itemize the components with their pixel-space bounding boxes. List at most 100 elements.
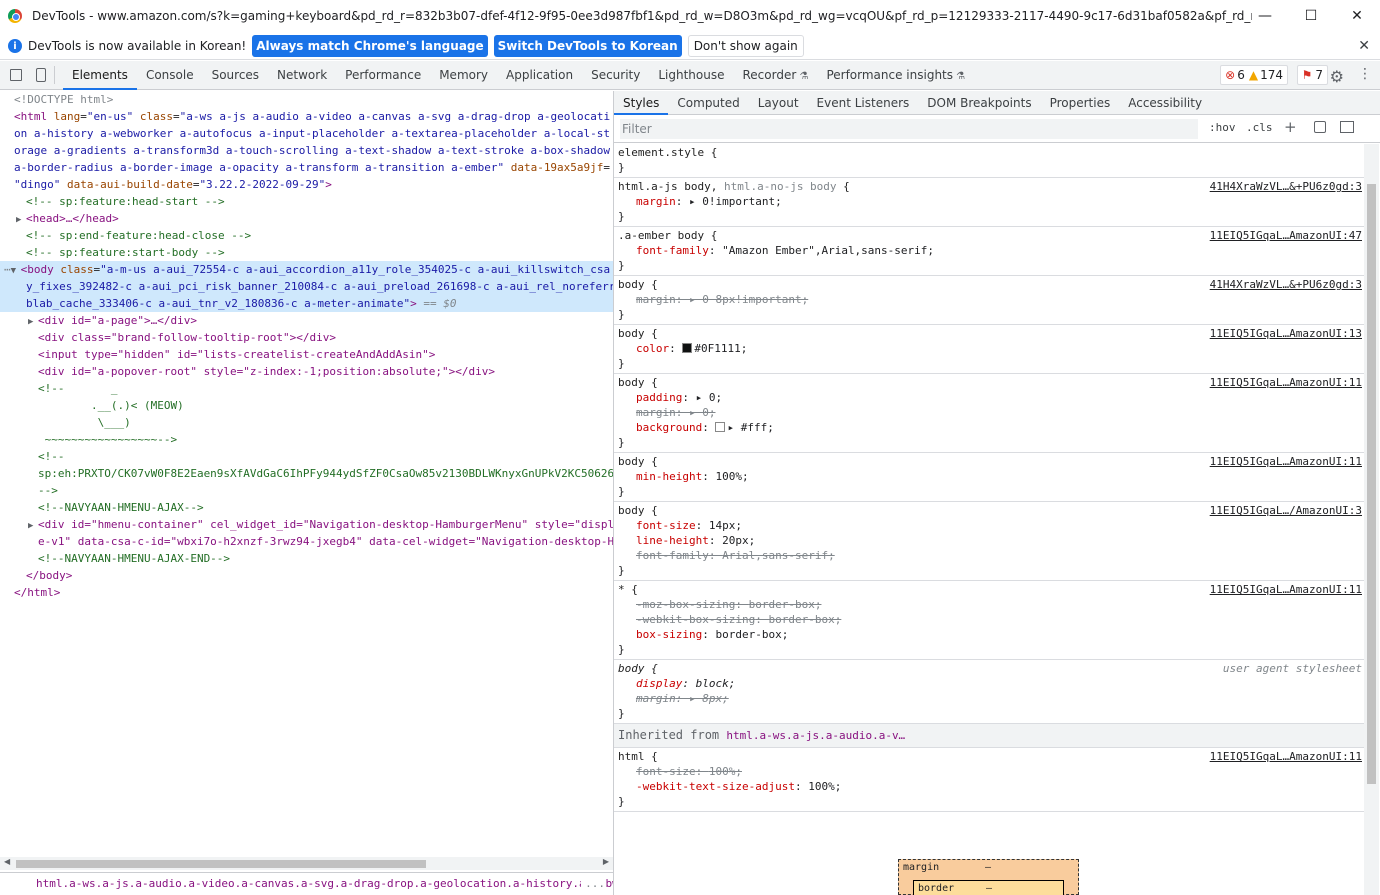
property-name[interactable]: font-size: [636, 765, 696, 778]
property-name[interactable]: margin: [636, 195, 676, 208]
style-rule[interactable]: body {11EIQ5IGqaL…AmazonUI:13 color: #0F1…: [614, 325, 1364, 374]
property-name[interactable]: -webkit-text-size-adjust: [636, 780, 795, 793]
dom-line-html-cont[interactable]: "dingo" data-aui-build-date="3.22.2-2022…: [0, 176, 613, 193]
new-rule-icon[interactable]: +: [1284, 118, 1297, 136]
sidebar-tab-layout[interactable]: Layout: [749, 91, 808, 115]
inherited-element-link[interactable]: html.a-ws.a-js.a-audio.a-v…: [726, 729, 905, 742]
dom-line-head[interactable]: ▶ <head>…</head>: [0, 210, 613, 227]
dom-line-input[interactable]: <input type="hidden" id="lists-createlis…: [0, 346, 613, 363]
property-value[interactable]: border-box;: [715, 628, 788, 641]
dom-line-html-cont[interactable]: a-border-radius a-border-image a-opacity…: [0, 159, 613, 176]
property-name[interactable]: padding: [636, 391, 682, 404]
dont-show-again-button[interactable]: Don't show again: [687, 35, 804, 57]
tab-lighthouse[interactable]: Lighthouse: [649, 61, 733, 90]
style-rule[interactable]: body {11EIQ5IGqaL…AmazonUI:11 min-height:…: [614, 453, 1364, 502]
rule-source-link[interactable]: 41H4XraWzVL…&+PU6z0gd:3: [1210, 179, 1362, 194]
style-rule[interactable]: .a-ember body {11EIQ5IGqaL…AmazonUI:47 fo…: [614, 227, 1364, 276]
dom-line-comment[interactable]: sp:eh:PRXTO/CK07vW0F8E2Eaen9sXfAVdGaC6Ih…: [0, 465, 613, 482]
inspect-element-icon[interactable]: [10, 69, 22, 81]
tab-console[interactable]: Console: [137, 61, 203, 90]
box-model-margin-value[interactable]: –: [985, 862, 991, 873]
property-value[interactable]: block;: [696, 677, 736, 690]
styles-vertical-scrollbar[interactable]: [1364, 144, 1379, 895]
box-model-border-value[interactable]: –: [986, 883, 992, 894]
sidebar-tab-event-listeners[interactable]: Event Listeners: [808, 91, 919, 115]
property-value[interactable]: Arial,sans-serif;: [722, 549, 835, 562]
rule-source-link[interactable]: 11EIQ5IGqaL…AmazonUI:11: [1210, 749, 1362, 764]
tab-sources[interactable]: Sources: [203, 61, 268, 90]
rule-source-link[interactable]: 41H4XraWzVL…&+PU6z0gd:3: [1210, 277, 1362, 292]
breadcrumb-html[interactable]: html.a-ws.a-js.a-audio.a-video.a-canvas.…: [36, 877, 613, 890]
dom-line-div-page[interactable]: ▶ <div id="a-page">…</div>: [0, 312, 613, 329]
dom-line-html-close[interactable]: </html>: [0, 584, 613, 601]
minimize-button[interactable]: —: [1242, 0, 1288, 32]
dom-line-body-cont[interactable]: blab_cache_333406-c a-aui_tnr_v2_180836-…: [0, 295, 613, 312]
rule-source-link[interactable]: 11EIQ5IGqaL…AmazonUI:11: [1210, 375, 1362, 390]
property-value[interactable]: border-box;: [768, 613, 841, 626]
computed-styles-toggle-icon[interactable]: [1314, 121, 1326, 133]
style-declaration[interactable]: -webkit-box-sizing: border-box;: [618, 612, 1360, 627]
color-swatch-icon[interactable]: [715, 422, 726, 432]
close-window-button[interactable]: ✕: [1334, 0, 1380, 32]
sidebar-tab-dom-breakpoints[interactable]: DOM Breakpoints: [918, 91, 1040, 115]
style-declaration[interactable]: margin: ▸ 0!important;: [618, 194, 1360, 209]
sidebar-toggle-icon[interactable]: [1340, 121, 1354, 133]
property-name[interactable]: font-family: [636, 549, 709, 562]
property-value[interactable]: #0F1111;: [694, 342, 747, 355]
hov-toggle[interactable]: :hov: [1209, 121, 1236, 134]
property-name[interactable]: min-height: [636, 470, 702, 483]
dom-line-comment[interactable]: <!--NAVYAAN-HMENU-AJAX-END-->: [0, 550, 613, 567]
style-declaration[interactable]: font-family: Arial,sans-serif;: [618, 548, 1360, 563]
property-name[interactable]: color: [636, 342, 669, 355]
style-declaration[interactable]: display: block;: [618, 676, 1360, 691]
dom-line-hmenu-cont[interactable]: e-v1" data-csa-c-id="wbxi7o-h2xnzf-3rwz9…: [0, 533, 613, 550]
dom-line-html-cont[interactable]: on a-history a-webworker a-autofocus a-i…: [0, 125, 613, 142]
dom-line-comment[interactable]: .__(.)< (MEOW): [0, 397, 613, 414]
style-rule[interactable]: element.style {}: [614, 144, 1364, 178]
sidebar-tab-properties[interactable]: Properties: [1041, 91, 1120, 115]
styles-filter-input[interactable]: Filter: [620, 118, 1198, 139]
property-name[interactable]: line-height: [636, 534, 709, 547]
property-value[interactable]: 14px;: [709, 519, 742, 532]
console-counters[interactable]: ⊗ 6 ▲ 174: [1220, 65, 1288, 85]
property-name[interactable]: display: [636, 677, 682, 690]
tab-elements[interactable]: Elements: [63, 61, 137, 90]
style-declaration[interactable]: font-size: 14px;: [618, 518, 1360, 533]
rule-source-link[interactable]: 11EIQ5IGqaL…AmazonUI:13: [1210, 326, 1362, 341]
style-declaration[interactable]: -moz-box-sizing: border-box;: [618, 597, 1360, 612]
scroll-right-icon[interactable]: ▶: [603, 857, 609, 866]
switch-to-korean-button[interactable]: Switch DevTools to Korean: [493, 35, 682, 57]
rule-selector[interactable]: element.style {: [618, 145, 1360, 160]
ellipsis-icon[interactable]: ⋯: [4, 263, 11, 276]
tab-network[interactable]: Network: [268, 61, 336, 90]
property-value[interactable]: 100%;: [808, 780, 841, 793]
maximize-button[interactable]: ☐: [1288, 0, 1334, 32]
property-value[interactable]: ▸ 0 8px!important;: [689, 293, 808, 306]
style-rule[interactable]: body {41H4XraWzVL…&+PU6z0gd:3 margin: ▸ 0…: [614, 276, 1364, 325]
property-value[interactable]: 20px;: [722, 534, 755, 547]
dom-line-div[interactable]: <div class="brand-follow-tooltip-root"><…: [0, 329, 613, 346]
dom-line-comment[interactable]: <!-- sp:end-feature:head-close -->: [0, 227, 613, 244]
property-name[interactable]: margin: [636, 406, 676, 419]
dom-line-comment[interactable]: <!--NAVYAAN-HMENU-AJAX-->: [0, 499, 613, 516]
style-declaration[interactable]: min-height: 100%;: [618, 469, 1360, 484]
style-rule[interactable]: body {user agent stylesheet display: bloc…: [614, 660, 1364, 724]
property-name[interactable]: margin: [636, 293, 676, 306]
color-swatch-icon[interactable]: [682, 343, 693, 353]
dom-line-comment[interactable]: <!--: [0, 448, 613, 465]
style-declaration[interactable]: color: #0F1111;: [618, 341, 1360, 356]
elements-horizontal-scrollbar[interactable]: ◀ ▶: [0, 857, 613, 870]
style-declaration[interactable]: margin: ▸ 8px;: [618, 691, 1360, 706]
dom-line-body-cont[interactable]: y_fixes_392482-c a-aui_pci_risk_banner_2…: [0, 278, 613, 295]
property-name[interactable]: -moz-box-sizing: [636, 598, 735, 611]
property-name[interactable]: font-size: [636, 519, 696, 532]
sidebar-tab-accessibility[interactable]: Accessibility: [1119, 91, 1211, 115]
style-rule[interactable]: html.a-js body, html.a-no-js body {41H4X…: [614, 178, 1364, 227]
tab-application[interactable]: Application: [497, 61, 582, 90]
scroll-left-icon[interactable]: ◀: [4, 857, 10, 866]
dom-line-comment[interactable]: <!-- sp:feature:start-body -->: [0, 244, 613, 261]
close-infobar-icon[interactable]: ✕: [1358, 38, 1370, 54]
rule-source-link[interactable]: 11EIQ5IGqaL…/AmazonUI:3: [1210, 503, 1362, 518]
dom-line-comment[interactable]: <!-- _: [0, 380, 613, 397]
scrollbar-thumb[interactable]: [16, 860, 426, 868]
